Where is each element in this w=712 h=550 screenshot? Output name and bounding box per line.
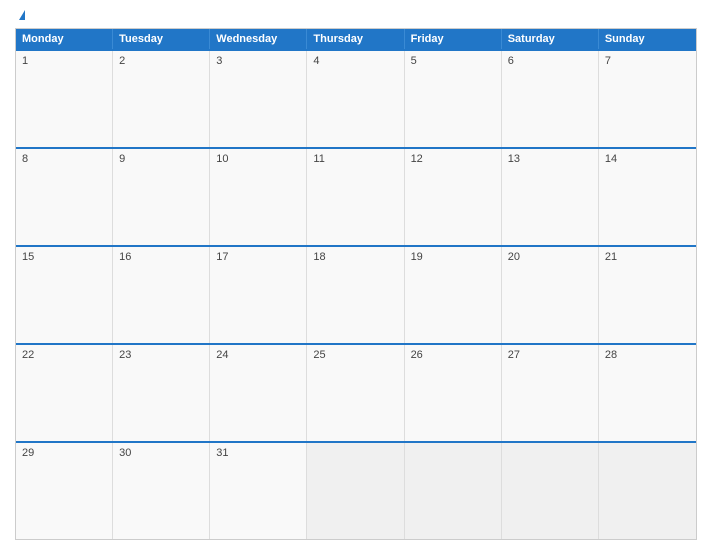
day-number: 14 (605, 153, 690, 165)
calendar-cell: 1 (16, 51, 113, 147)
day-number: 18 (313, 251, 397, 263)
page: MondayTuesdayWednesdayThursdayFridaySatu… (0, 0, 712, 550)
calendar-cell: 19 (405, 247, 502, 343)
day-number: 29 (22, 447, 106, 459)
logo (17, 10, 25, 20)
day-number: 31 (216, 447, 300, 459)
calendar-cell: 18 (307, 247, 404, 343)
header-cell-thursday: Thursday (307, 29, 404, 49)
day-number: 28 (605, 349, 690, 361)
calendar-week-2: 8 9 10 11 12 13 14 (16, 147, 696, 245)
calendar-cell: 31 (210, 443, 307, 539)
calendar-cell: 4 (307, 51, 404, 147)
calendar-cell: 22 (16, 345, 113, 441)
day-number: 15 (22, 251, 106, 263)
calendar-cell (599, 443, 696, 539)
header-cell-tuesday: Tuesday (113, 29, 210, 49)
calendar-cell: 25 (307, 345, 404, 441)
calendar-cell: 6 (502, 51, 599, 147)
header-cell-saturday: Saturday (502, 29, 599, 49)
calendar-cell: 13 (502, 149, 599, 245)
calendar-cell: 23 (113, 345, 210, 441)
calendar-cell: 27 (502, 345, 599, 441)
day-number: 11 (313, 153, 397, 165)
calendar-cell (405, 443, 502, 539)
calendar-week-3: 15 16 17 18 19 20 21 (16, 245, 696, 343)
day-number: 22 (22, 349, 106, 361)
header-cell-friday: Friday (405, 29, 502, 49)
calendar-cell: 12 (405, 149, 502, 245)
day-number: 7 (605, 55, 690, 67)
calendar-cell: 8 (16, 149, 113, 245)
calendar-cell: 15 (16, 247, 113, 343)
day-number: 25 (313, 349, 397, 361)
header-cell-sunday: Sunday (599, 29, 696, 49)
calendar-cell: 16 (113, 247, 210, 343)
day-number: 17 (216, 251, 300, 263)
day-number: 23 (119, 349, 203, 361)
day-number: 2 (119, 55, 203, 67)
calendar-cell: 20 (502, 247, 599, 343)
calendar-week-5: 29 30 31 (16, 441, 696, 539)
calendar-cell: 21 (599, 247, 696, 343)
day-number: 21 (605, 251, 690, 263)
header-cell-wednesday: Wednesday (210, 29, 307, 49)
calendar-week-1: 1 2 3 4 5 6 7 (16, 49, 696, 147)
day-number: 4 (313, 55, 397, 67)
day-number: 16 (119, 251, 203, 263)
day-number: 1 (22, 55, 106, 67)
header (15, 10, 697, 20)
calendar-cell: 14 (599, 149, 696, 245)
day-number: 8 (22, 153, 106, 165)
day-number: 10 (216, 153, 300, 165)
calendar-cell: 29 (16, 443, 113, 539)
calendar-body: 1234567891011121314151617181920212223242… (16, 49, 696, 539)
day-number: 13 (508, 153, 592, 165)
calendar-cell (502, 443, 599, 539)
calendar-week-4: 22 23 24 25 26 27 28 (16, 343, 696, 441)
calendar-cell: 5 (405, 51, 502, 147)
day-number: 3 (216, 55, 300, 67)
day-number: 30 (119, 447, 203, 459)
calendar-cell: 9 (113, 149, 210, 245)
day-number: 20 (508, 251, 592, 263)
calendar-cell: 3 (210, 51, 307, 147)
calendar-cell: 28 (599, 345, 696, 441)
calendar-cell: 17 (210, 247, 307, 343)
calendar-cell (307, 443, 404, 539)
calendar: MondayTuesdayWednesdayThursdayFridaySatu… (15, 28, 697, 540)
day-number: 12 (411, 153, 495, 165)
day-number: 24 (216, 349, 300, 361)
day-number: 26 (411, 349, 495, 361)
logo-triangle-icon (19, 10, 25, 20)
calendar-cell: 7 (599, 51, 696, 147)
calendar-cell: 2 (113, 51, 210, 147)
day-number: 19 (411, 251, 495, 263)
calendar-cell: 26 (405, 345, 502, 441)
day-number: 9 (119, 153, 203, 165)
calendar-cell: 24 (210, 345, 307, 441)
day-number: 5 (411, 55, 495, 67)
day-number: 27 (508, 349, 592, 361)
calendar-header: MondayTuesdayWednesdayThursdayFridaySatu… (16, 29, 696, 49)
day-number: 6 (508, 55, 592, 67)
header-cell-monday: Monday (16, 29, 113, 49)
calendar-cell: 30 (113, 443, 210, 539)
calendar-cell: 11 (307, 149, 404, 245)
calendar-cell: 10 (210, 149, 307, 245)
